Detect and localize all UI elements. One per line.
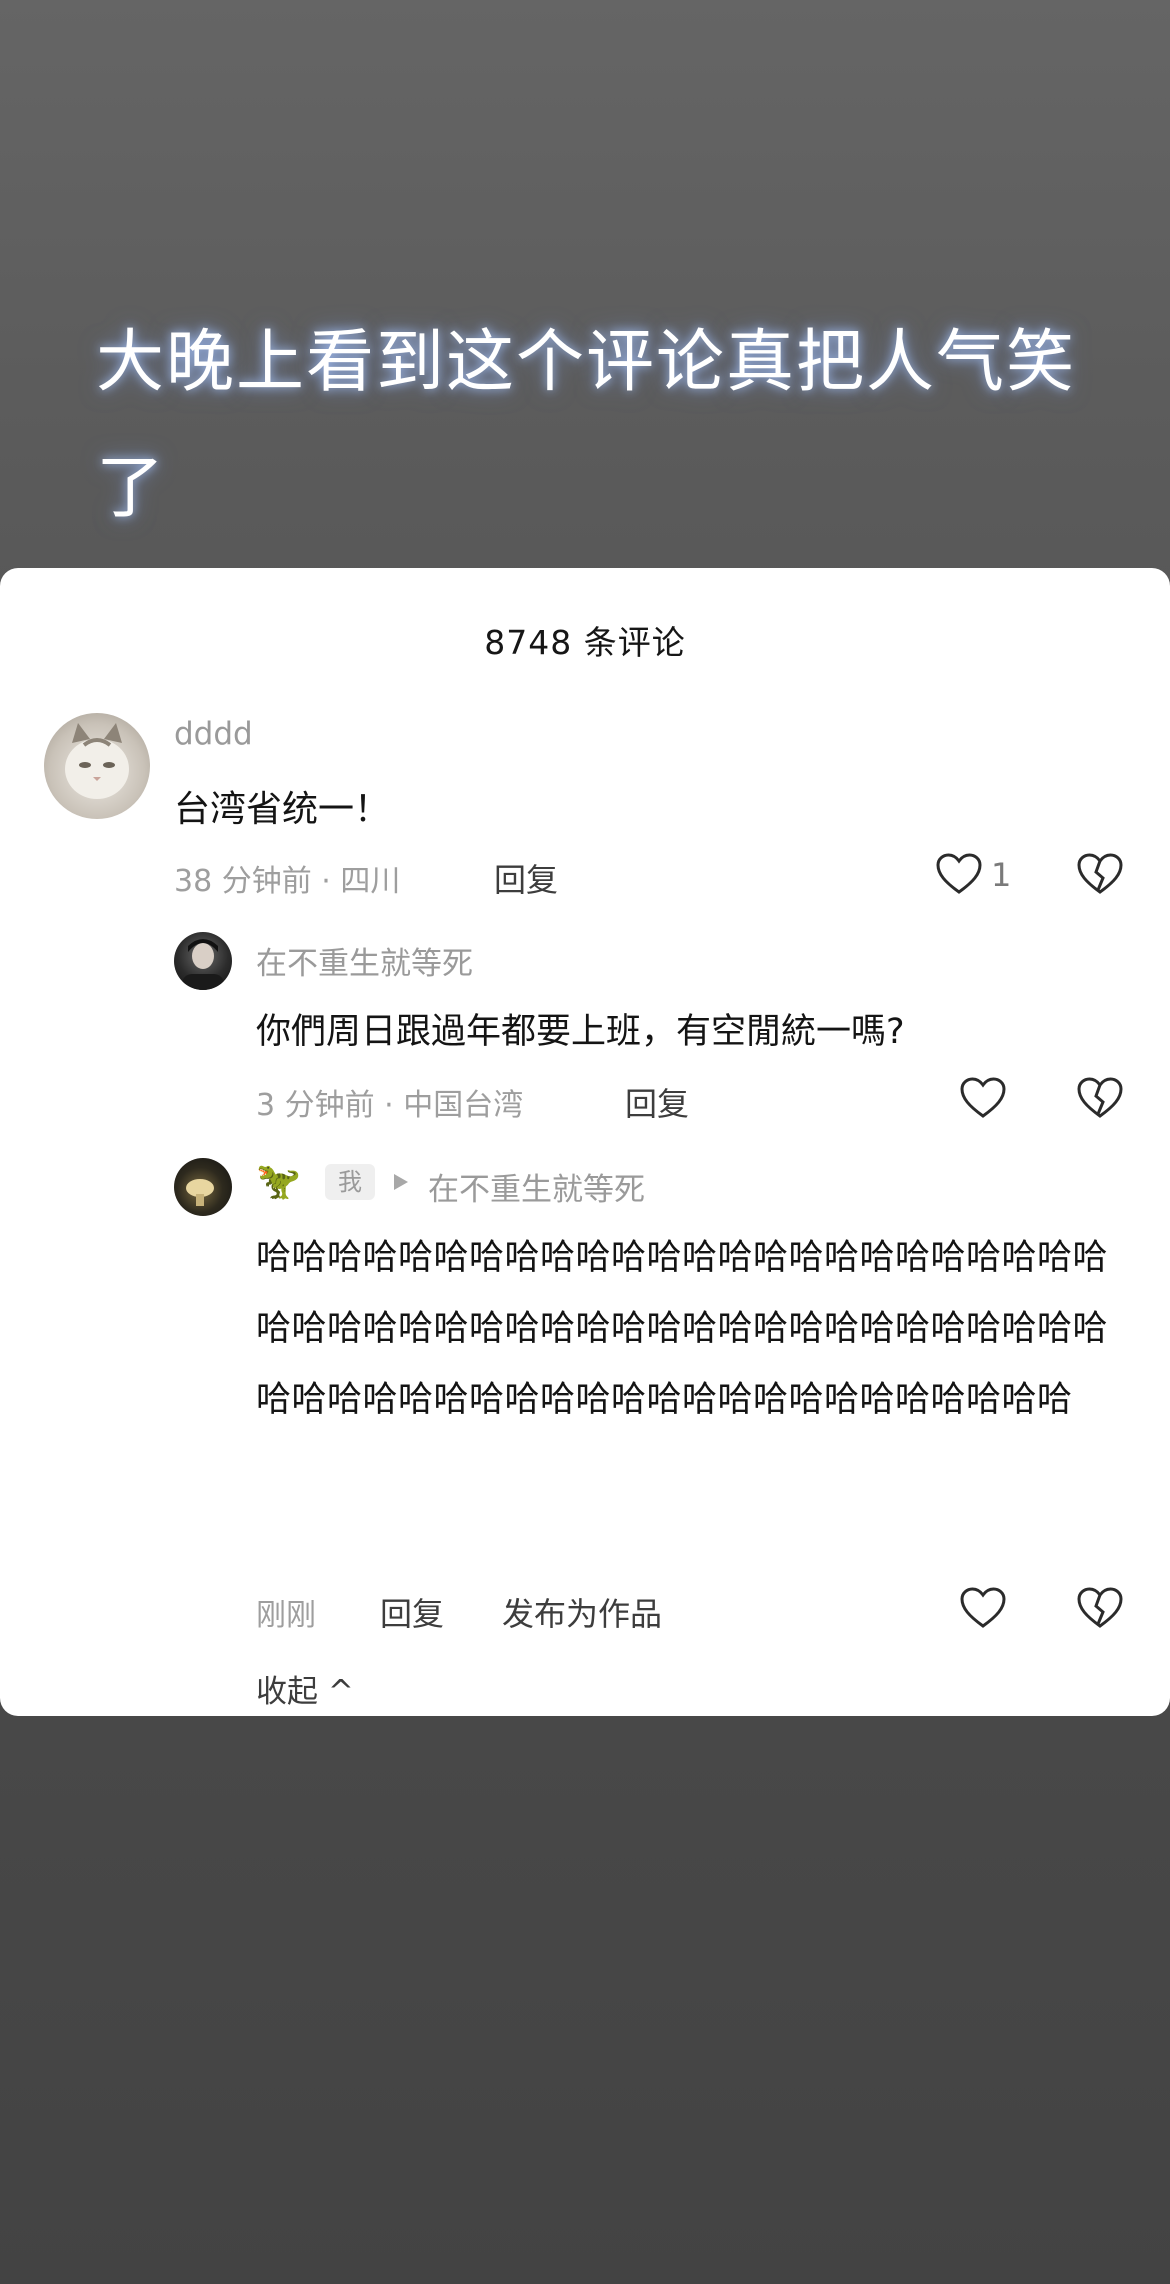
dislike-icon[interactable]	[1076, 1586, 1124, 1630]
reply-meta: 刚刚	[256, 1598, 316, 1633]
comment-meta: 38 分钟前 · 四川	[174, 864, 401, 899]
caret-right-icon	[394, 1174, 408, 1190]
reply-to-username[interactable]: 在不重生就等死	[428, 1164, 645, 1209]
comment-count-header: 8748 条评论	[484, 623, 686, 662]
like-count: 1	[991, 856, 1012, 894]
reply-button[interactable]: 回复	[380, 1589, 444, 1635]
avatar[interactable]	[44, 713, 150, 819]
video-overlay-caption: 大晚上看到这个评论真把人气笑了	[96, 323, 1077, 528]
reply-text: 哈哈哈哈哈哈哈哈哈哈哈哈哈哈哈哈哈哈哈哈哈哈哈哈哈哈哈哈哈哈哈哈哈哈哈哈哈哈哈哈…	[256, 1238, 1109, 1420]
heart-icon[interactable]	[935, 852, 983, 896]
reply-username[interactable]: 在不重生就等死	[256, 938, 473, 983]
reply-text: 你們周日跟過年都要上班，有空閒統一嗎?	[256, 1012, 905, 1052]
avatar[interactable]	[174, 932, 232, 990]
dislike-icon[interactable]	[1076, 1076, 1124, 1120]
author-badge: 我	[325, 1164, 375, 1200]
comment-panel: 8748 条评论 dddd 台湾省统一！ 38 分钟前 · 四川 回复 1 在不…	[0, 568, 1170, 1716]
heart-icon[interactable]	[959, 1076, 1007, 1120]
comment-text: 台湾省统一！	[174, 789, 391, 830]
reply-button[interactable]: 回复	[625, 1079, 689, 1125]
comment-username[interactable]: dddd	[174, 716, 253, 752]
publish-as-work-button[interactable]: 发布为作品	[502, 1589, 662, 1635]
reply-button[interactable]: 回复	[494, 855, 558, 901]
dinosaur-emoji-icon: 🦖	[256, 1161, 301, 1202]
dislike-icon[interactable]	[1076, 852, 1124, 896]
heart-icon[interactable]	[959, 1586, 1007, 1630]
collapse-replies-button[interactable]: 收起 ^	[256, 1666, 354, 1711]
reply-meta: 3 分钟前 · 中国台湾	[256, 1088, 524, 1123]
avatar[interactable]	[174, 1158, 232, 1216]
